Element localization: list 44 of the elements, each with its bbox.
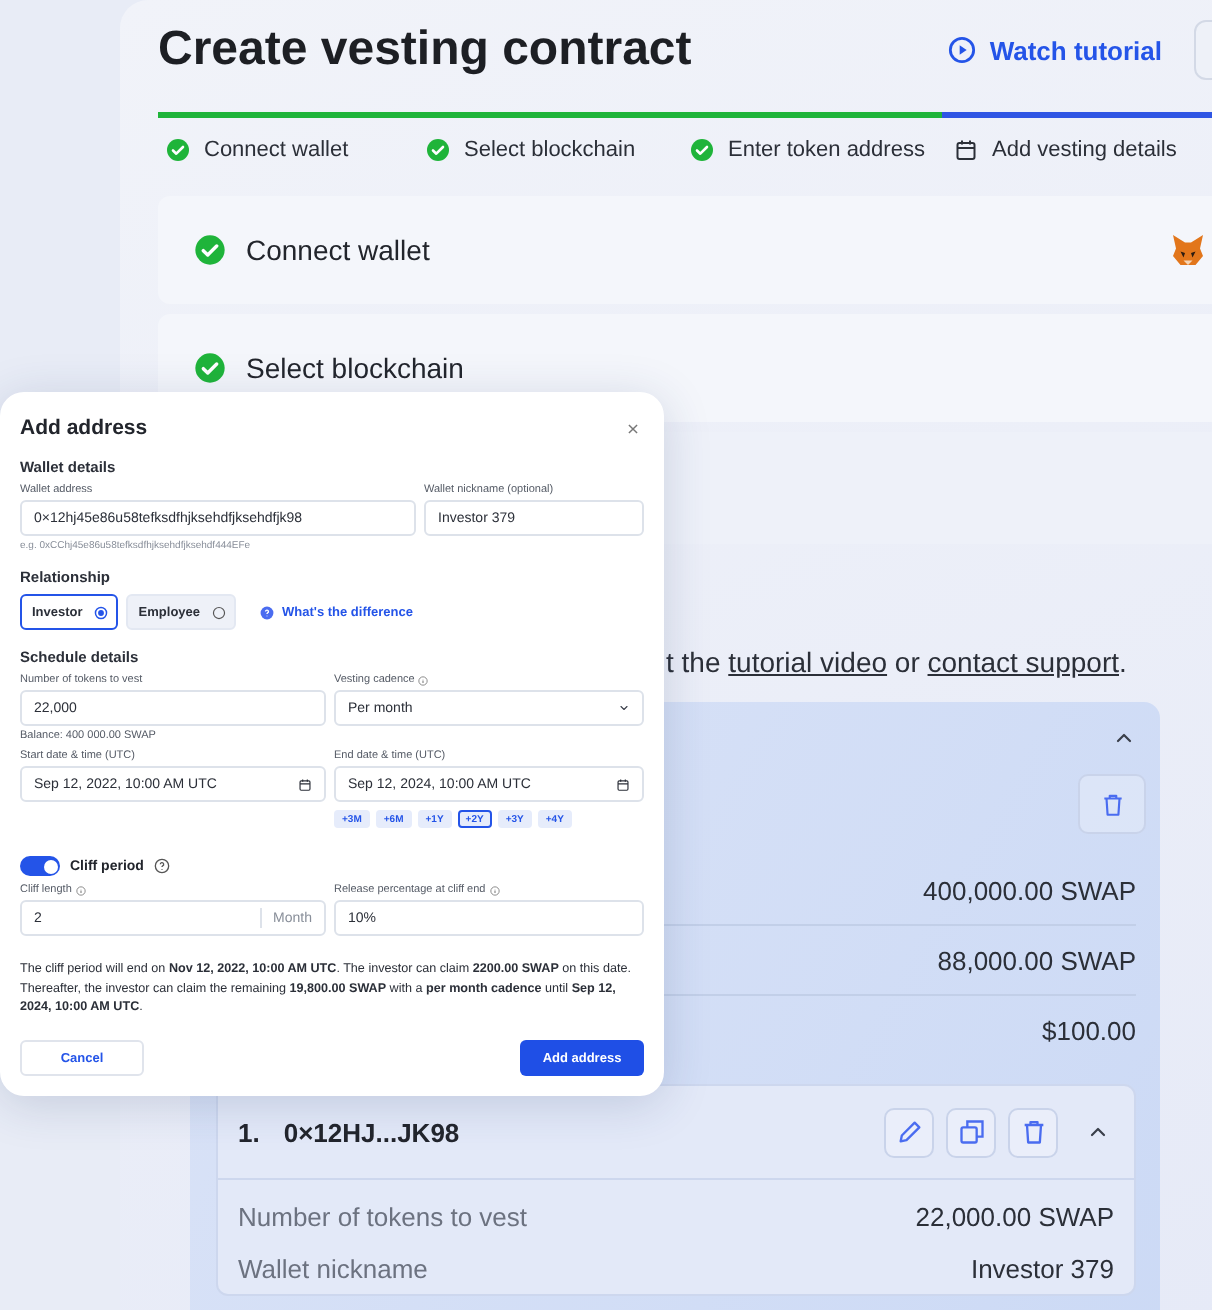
radio-selected-icon	[94, 605, 109, 619]
page-title: Create vesting contract	[158, 22, 692, 78]
summary-value: 400,000.00 SWAP	[923, 875, 1136, 905]
help-link[interactable]: contact support	[927, 646, 1119, 678]
help-text: t the tutorial video or contact support.	[666, 646, 1129, 678]
calendar-icon	[616, 777, 630, 791]
question-icon	[260, 605, 275, 619]
cliff-toggle[interactable]	[20, 856, 60, 876]
watch-tutorial-button[interactable]: Watch tutorial	[947, 35, 1162, 65]
detail-label: Wallet nickname	[238, 1253, 428, 1283]
detail-value: Investor 379	[970, 1253, 1114, 1283]
trash-icon	[1099, 791, 1125, 817]
step-label: Connect wallet	[204, 138, 349, 162]
detail-label: Number of tokens to vest	[238, 1201, 528, 1231]
pencil-icon	[895, 1118, 923, 1146]
chevron-down-icon	[618, 702, 630, 714]
info-icon	[418, 675, 429, 685]
section-title: Connect wallet	[246, 234, 430, 266]
help-link[interactable]: tutorial video	[728, 646, 888, 678]
dialog-title: Add address	[20, 416, 148, 440]
edit-button[interactable]	[884, 1107, 934, 1157]
summary-value: 88,000.00 SWAP	[937, 945, 1136, 975]
section-title: Select blockchain	[246, 352, 464, 384]
info-icon	[489, 885, 500, 895]
recipient-address: 0×12HJ...JK98	[283, 1117, 460, 1147]
info-icon	[75, 885, 86, 895]
close-icon	[626, 421, 640, 435]
summary-value: $100.00	[1042, 1015, 1136, 1045]
recipient-index: 1.	[238, 1117, 260, 1147]
copy-icon	[957, 1118, 985, 1146]
trash-icon	[1019, 1118, 1047, 1146]
play-icon	[947, 36, 976, 64]
calendar-icon	[298, 777, 312, 791]
delete-button[interactable]	[1008, 1107, 1058, 1157]
fox-icon	[1170, 232, 1206, 268]
duplicate-button[interactable]	[946, 1107, 996, 1157]
step-label: Enter token address	[728, 138, 925, 162]
delete-button[interactable]	[1078, 774, 1146, 834]
help-icon	[153, 858, 170, 874]
step-label: Select blockchain	[464, 138, 636, 162]
radio-empty-icon	[212, 605, 227, 619]
close-button[interactable]	[626, 421, 640, 435]
step-label: Add vesting details	[992, 138, 1177, 162]
detail-value: 22,000.00 SWAP	[915, 1201, 1114, 1231]
